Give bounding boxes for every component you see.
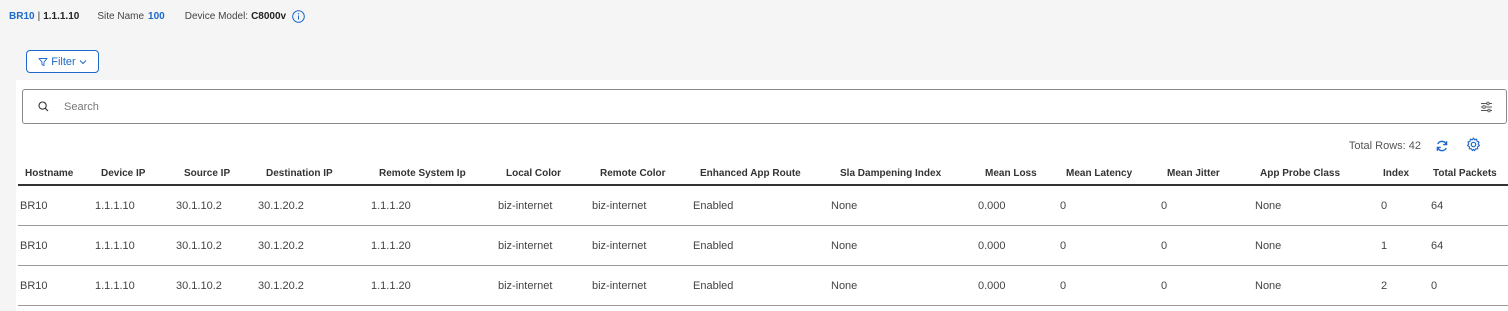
search-input[interactable] [62, 99, 1480, 114]
table-row[interactable]: BR10 1.1.1.10 30.1.10.2 30.1.20.2 1.1.1.… [18, 185, 1508, 226]
cell-remote-system-ip: 1.1.1.20 [370, 185, 497, 226]
cell-index: 0 [1376, 185, 1430, 226]
search-icon [38, 101, 49, 112]
cell-sla-dampening-index: None [830, 265, 977, 306]
cell-mean-latency: 0 [1059, 185, 1160, 226]
cell-enhanced-app-route: Enabled [692, 225, 830, 266]
cell-source-ip: 30.1.10.2 [175, 185, 257, 226]
cell-local-color: biz-internet [497, 225, 591, 266]
filter-icon [38, 57, 48, 67]
cell-remote-system-ip: 1.1.1.20 [370, 265, 497, 306]
cell-mean-jitter: 0 [1160, 225, 1254, 266]
cell-device-ip: 1.1.1.10 [93, 185, 175, 226]
cell-remote-color: biz-internet [591, 225, 692, 266]
cell-remote-system-ip: 1.1.1.20 [370, 225, 497, 266]
column-header-source-ip[interactable]: Source IP [175, 162, 257, 186]
column-header-mean-loss[interactable]: Mean Loss [977, 162, 1059, 186]
cell-mean-latency: 0 [1059, 225, 1160, 266]
cell-mean-loss: 0.000 [977, 265, 1059, 306]
filter-button[interactable]: Filter [26, 50, 99, 73]
cell-hostname: BR10 [18, 225, 93, 266]
column-header-device-ip[interactable]: Device IP [93, 162, 175, 186]
cell-source-ip: 30.1.10.2 [175, 265, 257, 306]
info-icon[interactable] [292, 9, 305, 23]
cell-total-packets: 0 [1430, 265, 1508, 306]
cell-mean-latency: 0 [1059, 265, 1160, 306]
device-header: BR10 | 1.1.1.10 Site Name 100 Device Mod… [9, 9, 305, 23]
tunnel-stats-table: Hostname Device IP Source IP Destination… [18, 162, 1508, 306]
column-header-index[interactable]: Index [1376, 162, 1430, 186]
table-row[interactable]: BR10 1.1.1.10 30.1.10.2 30.1.20.2 1.1.1.… [18, 265, 1508, 306]
table-toolbar: Total Rows: 42 [1348, 136, 1481, 154]
cell-hostname: BR10 [18, 185, 93, 226]
cell-total-packets: 64 [1430, 185, 1508, 226]
cell-destination-ip: 30.1.20.2 [257, 225, 370, 266]
cell-device-ip: 1.1.1.10 [93, 265, 175, 306]
cell-destination-ip: 30.1.20.2 [257, 185, 370, 226]
column-header-remote-color[interactable]: Remote Color [591, 162, 692, 186]
device-model-label: Device Model: [184, 10, 249, 22]
cell-enhanced-app-route: Enabled [692, 185, 830, 226]
cell-mean-loss: 0.000 [977, 225, 1059, 266]
column-header-destination-ip[interactable]: Destination IP [257, 162, 370, 186]
device-name[interactable]: BR10 [9, 11, 35, 22]
column-header-sla-dampening-index[interactable]: Sla Dampening Index [830, 162, 977, 186]
gear-icon[interactable] [1466, 136, 1481, 152]
cell-hostname: BR10 [18, 265, 93, 306]
cell-total-packets: 64 [1430, 225, 1508, 266]
table-panel: Total Rows: 42 Hostname Device IP Source… [16, 80, 1508, 311]
cell-device-ip: 1.1.1.10 [93, 225, 175, 266]
refresh-icon[interactable] [1435, 139, 1449, 153]
tune-icon[interactable] [1480, 101, 1493, 113]
column-header-local-color[interactable]: Local Color [497, 162, 591, 186]
cell-mean-jitter: 0 [1160, 185, 1254, 226]
cell-sla-dampening-index: None [830, 185, 977, 226]
column-header-enhanced-app-route[interactable]: Enhanced App Route [692, 162, 830, 186]
cell-enhanced-app-route: Enabled [692, 265, 830, 306]
cell-destination-ip: 30.1.20.2 [257, 265, 370, 306]
cell-remote-color: biz-internet [591, 185, 692, 226]
cell-source-ip: 30.1.10.2 [175, 225, 257, 266]
site-name-label: Site Name [97, 10, 145, 22]
cell-app-probe-class: None [1254, 185, 1376, 226]
device-model-value: C8000v [251, 10, 287, 22]
chevron-down-icon [79, 59, 87, 65]
cell-index: 1 [1376, 225, 1430, 266]
search-bar [22, 89, 1507, 124]
device-ip: 1.1.1.10 [43, 10, 80, 22]
column-header-app-probe-class[interactable]: App Probe Class [1254, 162, 1376, 186]
total-rows: Total Rows: 42 [1348, 140, 1421, 152]
cell-sla-dampening-index: None [830, 225, 977, 266]
column-header-total-packets[interactable]: Total Packets [1430, 162, 1508, 186]
table-row[interactable]: BR10 1.1.1.10 30.1.10.2 30.1.20.2 1.1.1.… [18, 225, 1508, 266]
cell-local-color: biz-internet [497, 265, 591, 306]
cell-mean-loss: 0.000 [977, 185, 1059, 226]
cell-app-probe-class: None [1254, 225, 1376, 266]
column-header-remote-system-ip[interactable]: Remote System Ip [370, 162, 497, 186]
column-header-mean-jitter[interactable]: Mean Jitter [1160, 162, 1254, 186]
column-header-mean-latency[interactable]: Mean Latency [1059, 162, 1160, 186]
filter-label: Filter [51, 55, 76, 68]
site-name-value[interactable]: 100 [148, 11, 165, 22]
separator: | [37, 10, 41, 22]
cell-remote-color: biz-internet [591, 265, 692, 306]
cell-app-probe-class: None [1254, 265, 1376, 306]
cell-mean-jitter: 0 [1160, 265, 1254, 306]
table-header-row: Hostname Device IP Source IP Destination… [18, 162, 1508, 186]
column-header-hostname[interactable]: Hostname [18, 162, 93, 186]
cell-index: 2 [1376, 265, 1430, 306]
cell-local-color: biz-internet [497, 185, 591, 226]
